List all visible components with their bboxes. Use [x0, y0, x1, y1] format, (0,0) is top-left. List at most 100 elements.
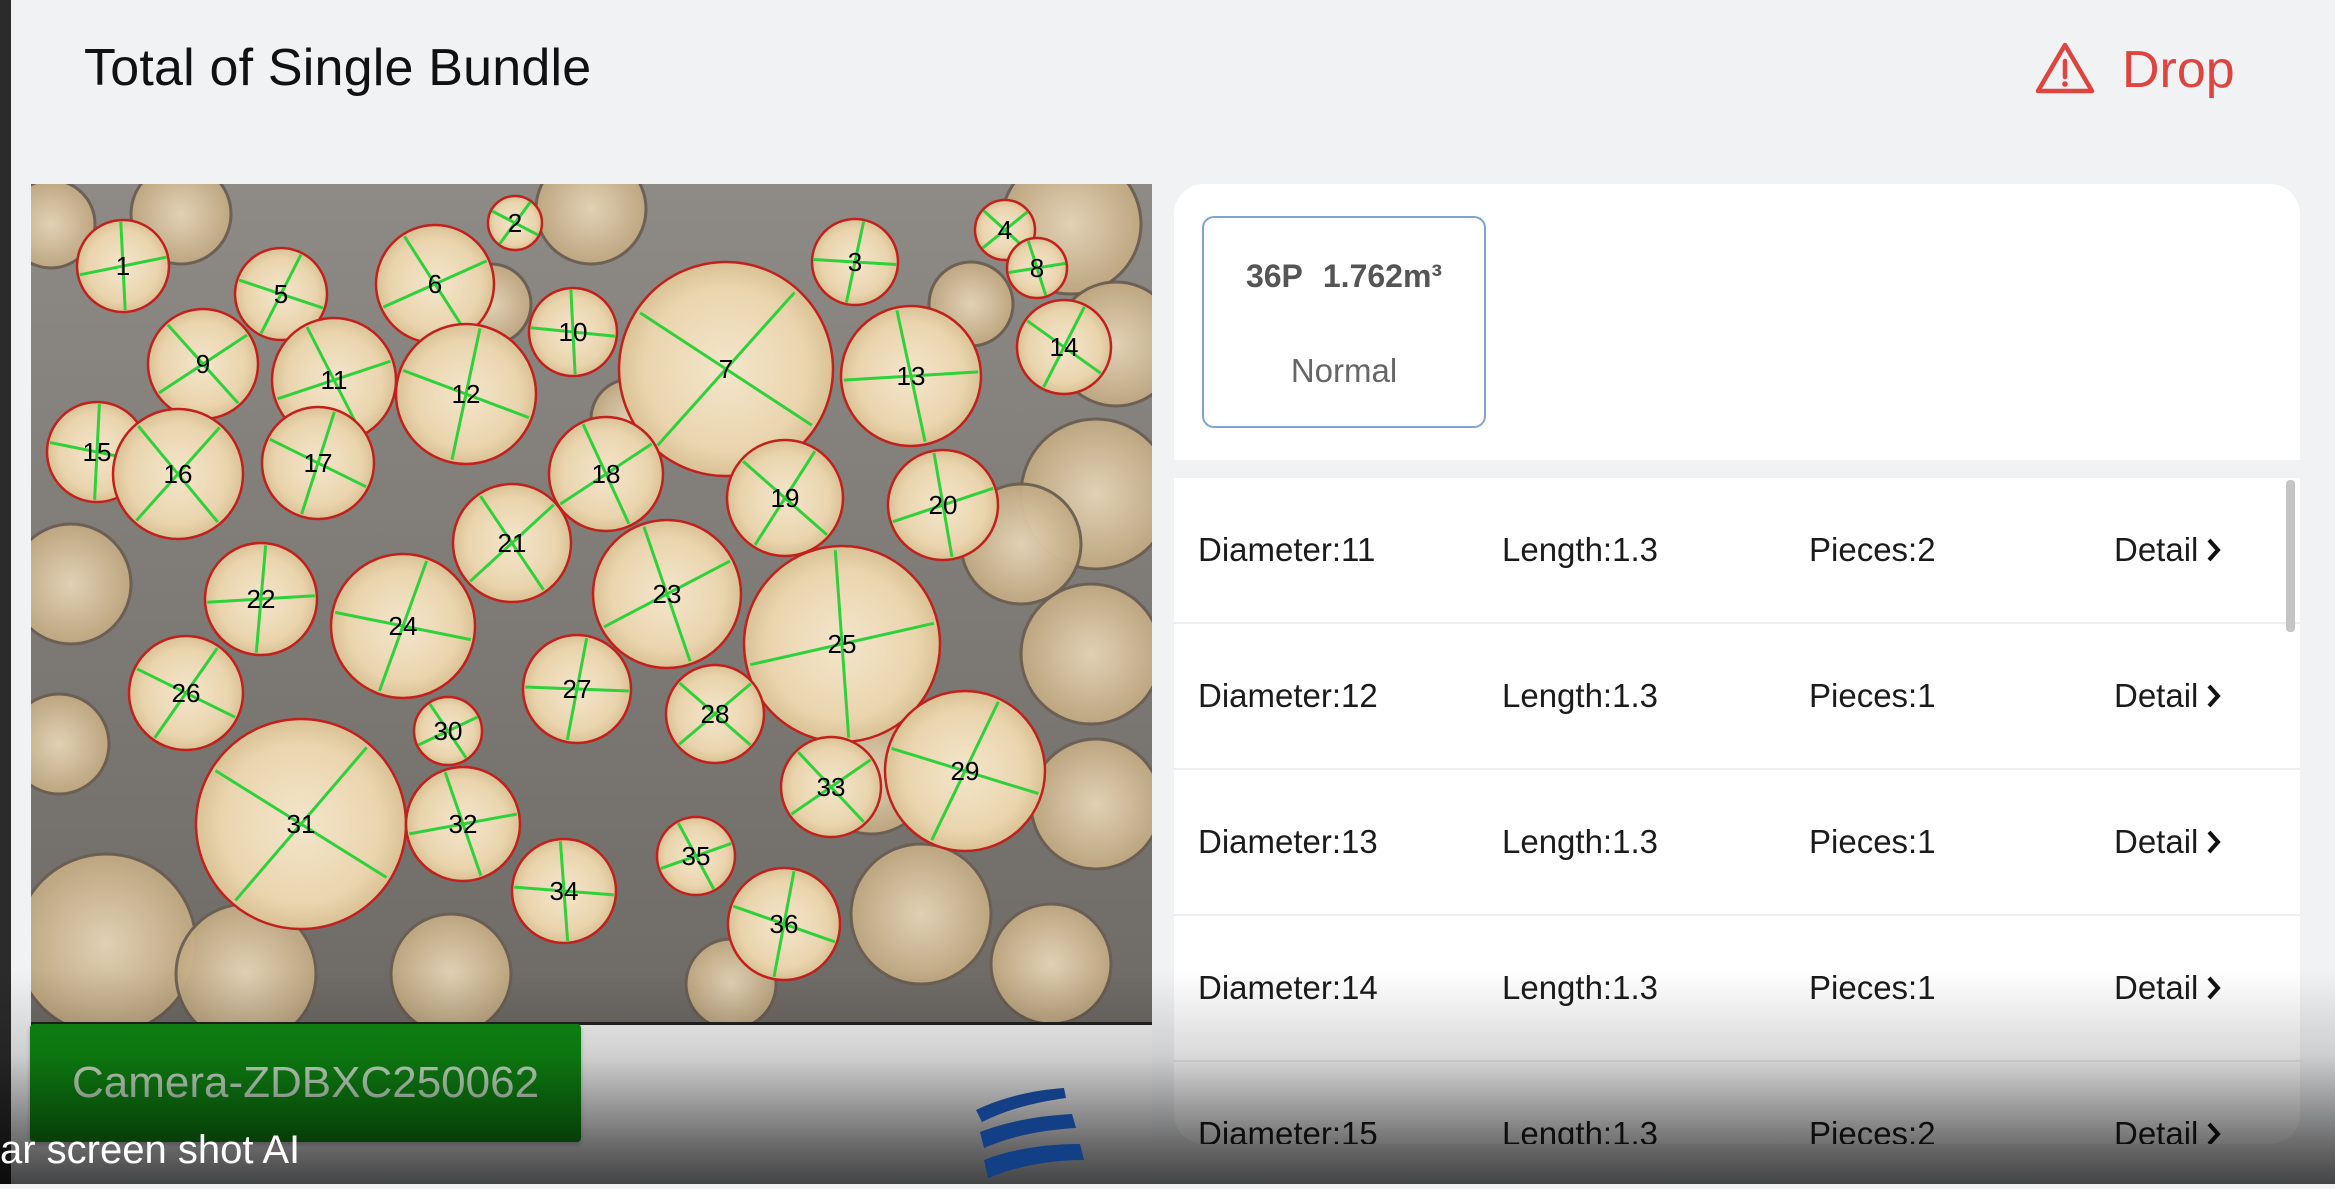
- log-number-label: 33: [817, 772, 846, 802]
- log-number-label: 30: [434, 716, 463, 746]
- results-panel: 36P 1.762m³ Normal Diameter:11 Length:1.3…: [1174, 184, 2300, 1144]
- log-number-label: 3: [848, 247, 862, 277]
- detail-link[interactable]: Detail: [2114, 916, 2222, 1060]
- list-scrollbar[interactable]: [2286, 480, 2295, 632]
- log-number-label: 11: [321, 365, 348, 395]
- chevron-right-icon: [2207, 976, 2222, 1000]
- log-number-label: 35: [682, 841, 711, 871]
- log-number-label: 28: [701, 699, 730, 729]
- detected-log-34: 34: [510, 837, 618, 945]
- total-volume: 1.762m³: [1322, 258, 1443, 294]
- length-value: Length:1.3: [1502, 1115, 1658, 1144]
- diameter-value: Diameter:15: [1198, 1115, 1378, 1144]
- detected-log-22: 22: [203, 541, 319, 657]
- log-number-label: 7: [719, 354, 733, 384]
- brand-logo-icon: [976, 1088, 1086, 1189]
- camera-button[interactable]: Camera-ZDBXC250062: [30, 1024, 581, 1142]
- log-number-label: 24: [389, 611, 418, 641]
- log-number-label: 36: [770, 909, 799, 939]
- detail-link[interactable]: Detail: [2114, 1062, 2222, 1144]
- diameter-value: Diameter:14: [1198, 969, 1378, 1006]
- total-pieces: 36P: [1245, 258, 1303, 294]
- detected-log-21: 21: [451, 482, 573, 604]
- detected-log-14: 14: [1015, 298, 1113, 396]
- pieces-value: Pieces:1: [1809, 823, 1936, 860]
- log-number-label: 12: [452, 379, 481, 409]
- detected-log-23: 23: [591, 518, 743, 670]
- length-value: Length:1.3: [1502, 823, 1658, 860]
- detected-log-13: 13: [839, 304, 983, 448]
- length-value: Length:1.3: [1502, 969, 1658, 1006]
- drop-label: Drop: [2122, 41, 2235, 99]
- detected-log-20: 20: [886, 448, 1000, 562]
- summary-status: Normal: [1290, 352, 1398, 389]
- page-title: Total of Single Bundle: [84, 39, 592, 97]
- diameter-value: Diameter:12: [1198, 677, 1378, 714]
- list-item[interactable]: Diameter:12 Length:1.3 Pieces:1 Detail: [1174, 624, 2300, 770]
- detail-label: Detail: [2114, 677, 2199, 714]
- list-item[interactable]: Diameter:11 Length:1.3 Pieces:2 Detail: [1174, 478, 2300, 624]
- log-number-label: 8: [1030, 253, 1044, 283]
- section-divider: [1174, 460, 2300, 478]
- detail-link[interactable]: Detail: [2114, 770, 2222, 914]
- length-value: Length:1.3: [1502, 677, 1658, 714]
- detected-log-2: 2: [486, 194, 544, 252]
- detected-log-31: 31: [194, 717, 408, 931]
- log-number-label: 15: [83, 437, 112, 467]
- log-number-label: 18: [592, 459, 621, 489]
- log-number-label: 21: [498, 528, 527, 558]
- drop-button[interactable]: Drop: [2034, 34, 2235, 106]
- detail-link[interactable]: Detail: [2114, 624, 2222, 768]
- detected-log-26: 26: [127, 634, 245, 752]
- log-number-label: 5: [274, 279, 288, 309]
- detected-log-17: 17: [260, 405, 376, 521]
- detected-log-3: 3: [810, 217, 900, 307]
- chevron-right-icon: [2207, 830, 2222, 854]
- log-number-label: 13: [897, 361, 926, 391]
- detected-log-18: 18: [547, 415, 665, 533]
- log-number-label: 31: [287, 809, 316, 839]
- log-number-label: 9: [196, 349, 210, 379]
- detected-log-12: 12: [394, 322, 538, 466]
- pieces-value: Pieces:1: [1809, 677, 1936, 714]
- detected-log-10: 10: [527, 286, 619, 378]
- list-item[interactable]: Diameter:15 Length:1.3 Pieces:2 Detail: [1174, 1062, 2300, 1144]
- detected-log-16: 16: [111, 407, 245, 541]
- detected-log-29: 29: [883, 689, 1047, 853]
- detected-log-28: 28: [664, 663, 766, 765]
- log-number-label: 23: [653, 579, 682, 609]
- length-value: Length:1.3: [1502, 531, 1658, 568]
- detected-log-35: 35: [655, 815, 737, 897]
- log-number-label: 14: [1050, 332, 1079, 362]
- list-item[interactable]: Diameter:14 Length:1.3 Pieces:1 Detail: [1174, 916, 2300, 1062]
- log-number-label: 34: [550, 876, 579, 906]
- log-number-label: 26: [172, 678, 201, 708]
- list-item[interactable]: Diameter:13 Length:1.3 Pieces:1 Detail: [1174, 770, 2300, 916]
- detail-link[interactable]: Detail: [2114, 478, 2222, 622]
- log-number-label: 17: [304, 448, 333, 478]
- detected-log-30: 30: [412, 695, 484, 767]
- warning-triangle-icon: [2034, 41, 2096, 100]
- detail-label: Detail: [2114, 531, 2199, 568]
- summary-card[interactable]: 36P 1.762m³ Normal: [1202, 216, 1486, 428]
- log-number-label: 10: [559, 317, 588, 347]
- diameter-value: Diameter:13: [1198, 823, 1378, 860]
- log-number-label: 25: [828, 629, 857, 659]
- log-number-label: 6: [428, 269, 442, 299]
- detected-log-1: 1: [75, 218, 171, 314]
- log-number-label: 29: [951, 756, 980, 786]
- chevron-right-icon: [2207, 538, 2222, 562]
- log-number-label: 2: [508, 208, 522, 238]
- chevron-right-icon: [2207, 684, 2222, 708]
- log-number-label: 19: [771, 483, 800, 513]
- detail-label: Detail: [2114, 823, 2199, 860]
- log-number-label: 20: [929, 490, 958, 520]
- detected-log-36: 36: [726, 866, 842, 982]
- detail-label: Detail: [2114, 969, 2199, 1006]
- log-number-label: 22: [247, 584, 276, 614]
- detected-log-24: 24: [329, 552, 477, 700]
- summary-totals: 36P 1.762m³: [1204, 258, 1484, 295]
- log-number-label: 1: [116, 251, 130, 281]
- detected-log-9: 9: [146, 307, 260, 421]
- chevron-right-icon: [2207, 1122, 2222, 1144]
